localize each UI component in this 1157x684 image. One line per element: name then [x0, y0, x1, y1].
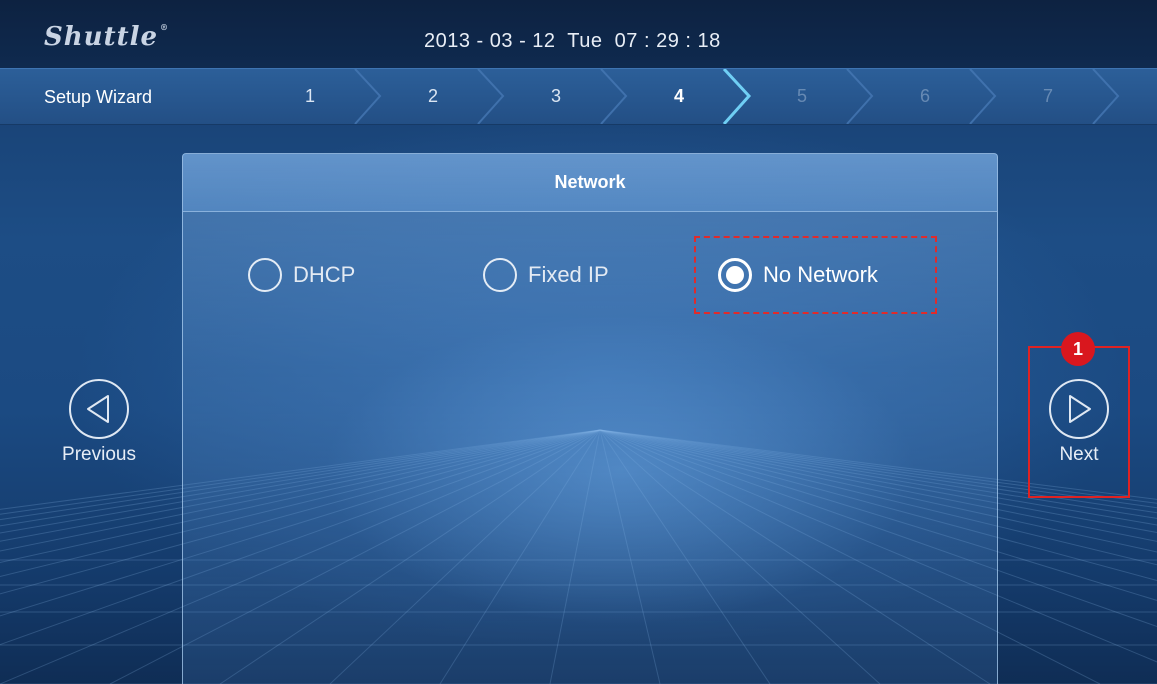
network-option-dhcp[interactable]: DHCP [248, 255, 355, 295]
wizard-step-label: 6 [919, 86, 930, 106]
network-option-label: Fixed IP [528, 262, 609, 287]
time-text: 07 : 29 : 18 [614, 30, 721, 52]
brand-name: Shuttle [44, 22, 159, 52]
previous-arrow-icon [69, 379, 129, 439]
wizard-step-label: 4 [673, 86, 684, 106]
wizard-step-label: 2 [427, 86, 438, 106]
wizard-title: Setup Wizard [44, 87, 153, 107]
radio-unchecked-icon[interactable] [248, 258, 282, 292]
previous-label: Previous [62, 444, 136, 465]
wizard-step-bar: Setup Wizard 1 2 3 4 5 6 7 [0, 68, 1157, 125]
weekday-text: Tue [567, 30, 603, 52]
wizard-step-label: 1 [304, 86, 315, 106]
step-chevron-icon [1092, 69, 1120, 124]
network-option-label: DHCP [293, 262, 356, 287]
wizard-step-label: 7 [1042, 86, 1053, 106]
next-arrow-icon [1049, 379, 1109, 439]
date-time: 2013 - 03 - 12 Tue 07 : 29 : 18 [424, 30, 721, 53]
top-bar: Shuttle ® 2013 - 03 - 12 Tue 07 : 29 : 18 [0, 0, 1157, 68]
callout-badge: 1 [1061, 332, 1095, 366]
radio-unchecked-icon[interactable] [483, 258, 517, 292]
selection-highlight-box [694, 236, 937, 314]
wizard-step-label: 3 [550, 86, 561, 106]
previous-button[interactable]: Previous [54, 379, 144, 466]
next-button[interactable]: Next [1034, 379, 1124, 466]
brand-logo: Shuttle ® [44, 22, 169, 52]
date-text: 2013 - 03 - 12 [424, 30, 556, 52]
network-panel: Network [182, 153, 998, 684]
network-option-fixed-ip[interactable]: Fixed IP [483, 255, 609, 295]
next-label: Next [1059, 444, 1099, 465]
panel-title: Network [183, 154, 997, 212]
wizard-step-label: 5 [796, 86, 807, 106]
registered-mark: ® [160, 22, 170, 32]
